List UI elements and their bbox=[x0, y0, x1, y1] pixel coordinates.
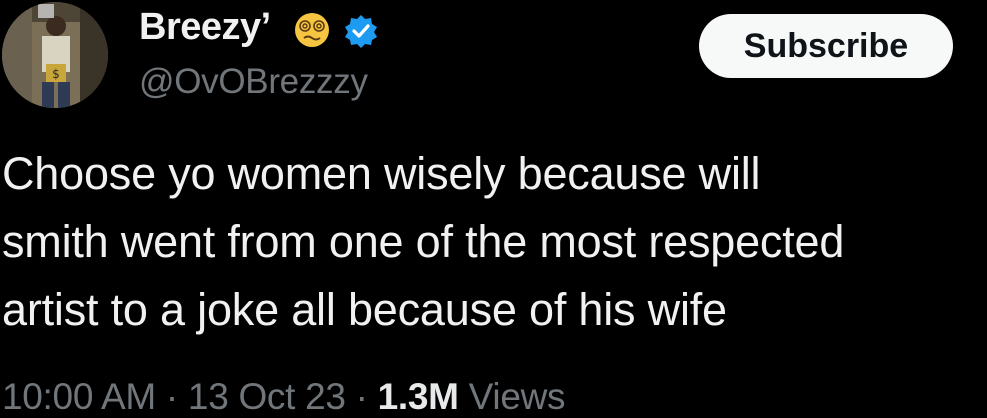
verified-badge-icon bbox=[345, 15, 377, 48]
meta-separator: · bbox=[155, 376, 188, 417]
svg-text:$: $ bbox=[52, 67, 60, 81]
tweet-text-line: smith went from one of the most respecte… bbox=[2, 216, 845, 267]
avatar-image: $ bbox=[2, 2, 108, 108]
display-name[interactable]: Breezy’ bbox=[139, 6, 271, 49]
subscribe-button[interactable]: Subscribe bbox=[699, 14, 953, 78]
tweet-text-line: Choose yo women wisely because will bbox=[2, 148, 761, 199]
views-label: Views bbox=[458, 376, 566, 417]
dizzy-face-emoji-icon bbox=[295, 13, 329, 47]
tweet-time[interactable]: 10:00 AM bbox=[2, 376, 156, 417]
tweet-metadata: 10:00 AM · 13 Oct 23 · 1.3M Views bbox=[2, 376, 566, 418]
tweet-text: Choose yo women wisely because will smit… bbox=[2, 140, 987, 344]
views-count[interactable]: 1.3M bbox=[378, 376, 459, 417]
tweet-text-line: artist to a joke all because of his wife bbox=[2, 284, 727, 335]
avatar[interactable]: $ bbox=[2, 2, 108, 108]
meta-separator: · bbox=[345, 376, 378, 417]
author-handle[interactable]: @OvOBrezzzy bbox=[139, 62, 368, 102]
tweet-date[interactable]: 13 Oct 23 bbox=[188, 376, 346, 417]
